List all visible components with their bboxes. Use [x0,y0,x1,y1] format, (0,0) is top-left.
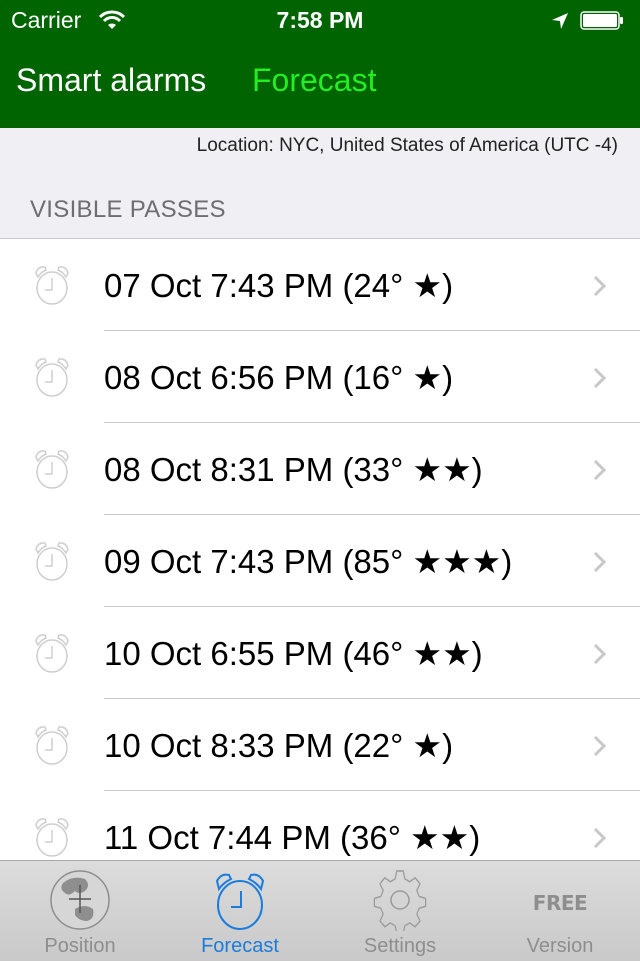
section-header: VISIBLE PASSES [30,196,226,223]
tab-bar: Position Forecast Settings FREE Version [0,860,640,961]
battery-icon [580,11,623,30]
chevron-right-icon [593,275,607,297]
alarm-clock-icon [215,873,265,930]
free-badge-icon: FREE [532,891,588,915]
chevron-right-icon [593,367,607,389]
pass-text: 10 Oct 6:55 PM (46° ★★) [104,635,483,672]
location-label: Location: NYC, United States of America … [196,135,618,156]
pass-row[interactable]: 09 Oct 7:43 PM (85° ★★★) [0,515,640,607]
chevron-right-icon [593,551,607,573]
pass-text: 10 Oct 8:33 PM (22° ★) [104,727,454,764]
chevron-right-icon [593,735,607,757]
pass-row[interactable]: 10 Oct 8:33 PM (22° ★) [0,699,640,791]
tab-label: Forecast [201,935,279,957]
pass-text: 08 Oct 6:56 PM (16° ★) [104,359,454,396]
chevron-right-icon [593,643,607,665]
pass-row[interactable]: 11 Oct 7:44 PM (36° ★★) [0,791,640,861]
alarm-clock-icon[interactable] [30,631,74,675]
tab-settings[interactable]: Settings [320,861,480,961]
pass-text: 07 Oct 7:43 PM (24° ★) [104,267,454,304]
nav-smart-alarms[interactable]: Smart alarms [16,62,206,99]
tab-label: Settings [363,935,437,957]
alarm-clock-icon[interactable] [30,815,74,859]
chevron-right-icon [593,827,607,849]
pass-text: 09 Oct 7:43 PM (85° ★★★) [104,543,513,580]
tab-forecast[interactable]: Forecast [160,861,320,961]
status-bar: Carrier 7:58 PM [0,0,640,40]
gear-icon [373,870,427,931]
pass-row[interactable]: 08 Oct 8:31 PM (33° ★★) [0,423,640,515]
pass-row[interactable]: 10 Oct 6:55 PM (46° ★★) [0,607,640,699]
tab-version[interactable]: FREE Version [480,861,640,961]
passes-list[interactable]: 07 Oct 7:43 PM (24° ★) 08 Oct 6:56 PM (16… [0,238,640,861]
tab-label: Version [526,935,594,957]
alarm-clock-icon[interactable] [30,263,74,307]
location-arrow-icon [552,13,568,29]
tab-position[interactable]: Position [0,861,160,961]
alarm-clock-icon[interactable] [30,355,74,399]
alarm-clock-icon[interactable] [30,539,74,583]
tab-label: Position [44,935,116,957]
pass-row[interactable]: 08 Oct 6:56 PM (16° ★) [0,331,640,423]
pass-text: 11 Oct 7:44 PM (36° ★★) [104,819,481,856]
pass-text: 08 Oct 8:31 PM (33° ★★) [104,451,483,488]
globe-icon [50,870,110,930]
pass-row[interactable]: 07 Oct 7:43 PM (24° ★) [0,239,640,331]
alarm-clock-icon[interactable] [30,723,74,767]
status-time: 7:58 PM [276,7,364,33]
nav-forecast[interactable]: Forecast [252,62,376,99]
top-bar: Carrier 7:58 PM Smart alarms Forecast [0,0,640,128]
alarm-clock-icon[interactable] [30,447,74,491]
chevron-right-icon [593,459,607,481]
